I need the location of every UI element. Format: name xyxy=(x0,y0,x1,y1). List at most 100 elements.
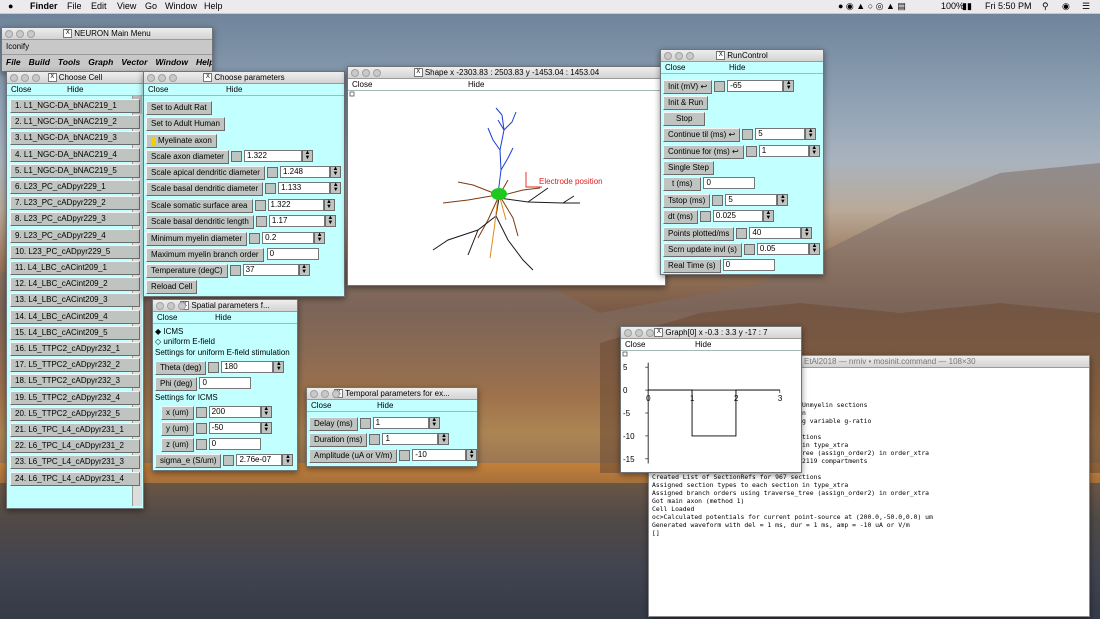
cell-button[interactable]: 2. L1_NGC-DA_bNAC219_2 xyxy=(10,115,140,130)
stepper-icon[interactable]: ▲ ▼ xyxy=(260,422,272,434)
amplitude-button[interactable]: Amplitude (uA or V/m) xyxy=(309,449,398,463)
sigma-button[interactable]: sigma_e (S/um) xyxy=(155,454,222,468)
stepper-icon[interactable]: ▲ ▼ xyxy=(428,417,440,429)
cell-button[interactable]: 1. L1_NGC-DA_bNAC219_1 xyxy=(10,99,140,113)
menu-tools[interactable]: Tools xyxy=(58,57,80,67)
cell-button[interactable]: 23. L6_TPC_L4_cADpyr231_3 xyxy=(10,455,140,470)
close-button[interactable]: Close xyxy=(625,340,645,349)
cell-button[interactable]: 9. L23_PC_cADpyr229_4 xyxy=(10,228,140,243)
set-adult-rat-button[interactable]: Set to Adult Rat xyxy=(146,101,212,115)
stepper-icon[interactable]: ▲ ▼ xyxy=(301,150,313,162)
menu-app-finder[interactable]: Finder xyxy=(30,1,58,11)
continue-til-field[interactable]: 5 xyxy=(755,128,806,140)
cell-button[interactable]: 7. L23_PC_cADpyr229_2 xyxy=(10,196,140,211)
menu-go[interactable]: Go xyxy=(145,1,157,11)
close-button[interactable]: Close xyxy=(11,85,31,94)
hide-button[interactable]: Hide xyxy=(377,401,393,410)
cell-button[interactable]: 21. L6_TPC_L4_cADpyr231_1 xyxy=(10,423,140,437)
t-button[interactable]: t (ms) xyxy=(663,177,702,191)
cell-button[interactable]: 16. L5_TTPC2_cADpyr232_1 xyxy=(10,342,140,356)
max-myelin-order-button[interactable]: Maximum myelin branch order xyxy=(146,248,264,262)
scale-axon-diameter-field[interactable]: 1.322 xyxy=(243,150,302,162)
points-plotted-button[interactable]: Points plotted/ms xyxy=(663,227,735,241)
scale-basal-length-field[interactable]: 1.17 xyxy=(268,215,325,227)
temperature-button[interactable]: Temperature (degC) xyxy=(146,264,228,278)
tstop-field[interactable]: 5 xyxy=(725,194,778,206)
cell-button[interactable]: 22. L6_TPC_L4_cADpyr231_2 xyxy=(10,439,140,454)
stepper-icon[interactable]: ▲ ▼ xyxy=(805,128,817,140)
stepper-icon[interactable]: ▲ ▼ xyxy=(324,215,336,227)
stepper-icon[interactable]: ▲ ▼ xyxy=(808,243,820,255)
cell-button[interactable]: 19. L5_TTPC2_cADpyr232_4 xyxy=(10,390,140,405)
phi-button[interactable]: Phi (deg) xyxy=(155,377,198,391)
init-run-button[interactable]: Init & Run xyxy=(663,96,709,110)
apple-icon[interactable]: ● xyxy=(8,1,13,11)
cell-button[interactable]: 15. L4_LBC_cACint209_5 xyxy=(10,325,140,340)
menu-graph[interactable]: Graph xyxy=(88,57,113,67)
y-button[interactable]: y (um) xyxy=(161,422,194,436)
iconify-button[interactable]: Iconify xyxy=(2,40,212,55)
icms-radio[interactable]: ◆ ICMS xyxy=(155,327,183,336)
hide-button[interactable]: Hide xyxy=(67,85,83,94)
continue-til-button[interactable]: Continue til (ms) ↩ xyxy=(663,128,741,142)
dt-button[interactable]: dt (ms) xyxy=(663,210,698,224)
reload-cell-button[interactable]: Reload Cell xyxy=(146,280,198,294)
clock[interactable]: Fri 5:50 PM xyxy=(985,1,1032,11)
title-bar[interactable]: X Shape x -2303.83 : 2503.83 y -1453.04 :… xyxy=(348,67,665,79)
scale-somatic-area-button[interactable]: Scale somatic surface area xyxy=(146,199,253,213)
cell-button[interactable]: 17. L5_TTPC2_cADpyr232_2 xyxy=(10,358,140,373)
y-field[interactable]: -50 xyxy=(208,422,261,434)
title-bar[interactable]: X Choose Cell xyxy=(7,72,143,84)
waveform-graph[interactable]: 0 1 2 3 5 0 -5 -10 -15 xyxy=(621,350,801,471)
scale-somatic-area-field[interactable]: 1.322 xyxy=(267,199,324,211)
theta-button[interactable]: Theta (deg) xyxy=(155,361,207,375)
menu-help[interactable]: Help xyxy=(196,57,212,67)
menu-file[interactable]: File xyxy=(67,1,82,11)
stepper-icon[interactable]: ▲ ▼ xyxy=(466,449,477,461)
stepper-icon[interactable]: ▲ ▼ xyxy=(329,166,341,178)
hide-button[interactable]: Hide xyxy=(215,313,231,322)
theta-field[interactable]: 180 xyxy=(221,361,274,373)
stepper-icon[interactable]: ▲ ▼ xyxy=(282,454,294,466)
title-bar[interactable]: XSpatial parameters f... xyxy=(153,300,297,312)
real-time-field[interactable]: 0 xyxy=(722,259,775,271)
stepper-icon[interactable]: ▲ ▼ xyxy=(783,80,795,92)
scale-apical-diameter-field[interactable]: 1.248 xyxy=(279,166,330,178)
menu-view[interactable]: View xyxy=(117,1,136,11)
amplitude-field[interactable]: -10 xyxy=(412,449,467,461)
menu-window[interactable]: Window xyxy=(165,1,197,11)
stepper-icon[interactable]: ▲ ▼ xyxy=(323,199,335,211)
menu-file[interactable]: File xyxy=(6,57,21,67)
uniform-efield-radio[interactable]: ◇ uniform E-field xyxy=(155,337,215,346)
scale-apical-diameter-button[interactable]: Scale apical dendritic diameter xyxy=(146,166,265,180)
close-button[interactable]: Close xyxy=(148,85,168,94)
stepper-icon[interactable]: ▲ ▼ xyxy=(314,232,326,244)
init-button[interactable]: Init (mV) ↩ xyxy=(663,80,713,94)
stepper-icon[interactable]: ▲ ▼ xyxy=(801,227,813,239)
stepper-icon[interactable]: ▲ ▼ xyxy=(762,210,774,222)
title-bar[interactable]: X Choose parameters xyxy=(144,72,344,84)
cell-button[interactable]: 5. L1_NGC-DA_bNAC219_5 xyxy=(10,163,140,178)
cell-button[interactable]: 13. L4_LBC_cACint209_3 xyxy=(10,293,140,308)
notification-icon[interactable]: ☰ xyxy=(1082,1,1090,12)
real-time-button[interactable]: Real Time (s) xyxy=(663,259,721,273)
cell-button[interactable]: 4. L1_NGC-DA_bNAC219_4 xyxy=(10,147,140,162)
title-bar[interactable]: XTemporal parameters for ex... xyxy=(307,388,477,400)
menu-window[interactable]: Window xyxy=(155,57,188,67)
scrn-update-field[interactable]: 0.05 xyxy=(756,243,809,255)
x-button[interactable]: x (um) xyxy=(161,406,194,420)
continue-for-button[interactable]: Continue for (ms) ↩ xyxy=(663,145,744,159)
hide-button[interactable]: Hide xyxy=(729,63,745,72)
single-step-button[interactable]: Single Step xyxy=(663,161,714,175)
min-myelin-diameter-field[interactable]: 0.2 xyxy=(262,232,315,244)
cell-button[interactable]: 10. L23_PC_cADpyr229_5 xyxy=(10,244,140,259)
menu-build[interactable]: Build xyxy=(29,57,50,67)
title-bar[interactable]: X Graph[0] x -0.3 : 3.3 y -17 : 7 xyxy=(621,327,801,339)
close-button[interactable]: Close xyxy=(665,63,685,72)
tstop-button[interactable]: Tstop (ms) xyxy=(663,194,711,208)
stepper-icon[interactable]: ▲ ▼ xyxy=(808,145,820,157)
scale-axon-diameter-button[interactable]: Scale axon diameter xyxy=(146,150,229,164)
sigma-field[interactable]: 2.76e-07 xyxy=(236,454,283,466)
status-icons[interactable]: ● ◉ ▲ ○ ◎ ▲ ▤ xyxy=(838,1,906,12)
cell-button[interactable]: 12. L4_LBC_cACint209_2 xyxy=(10,277,140,292)
